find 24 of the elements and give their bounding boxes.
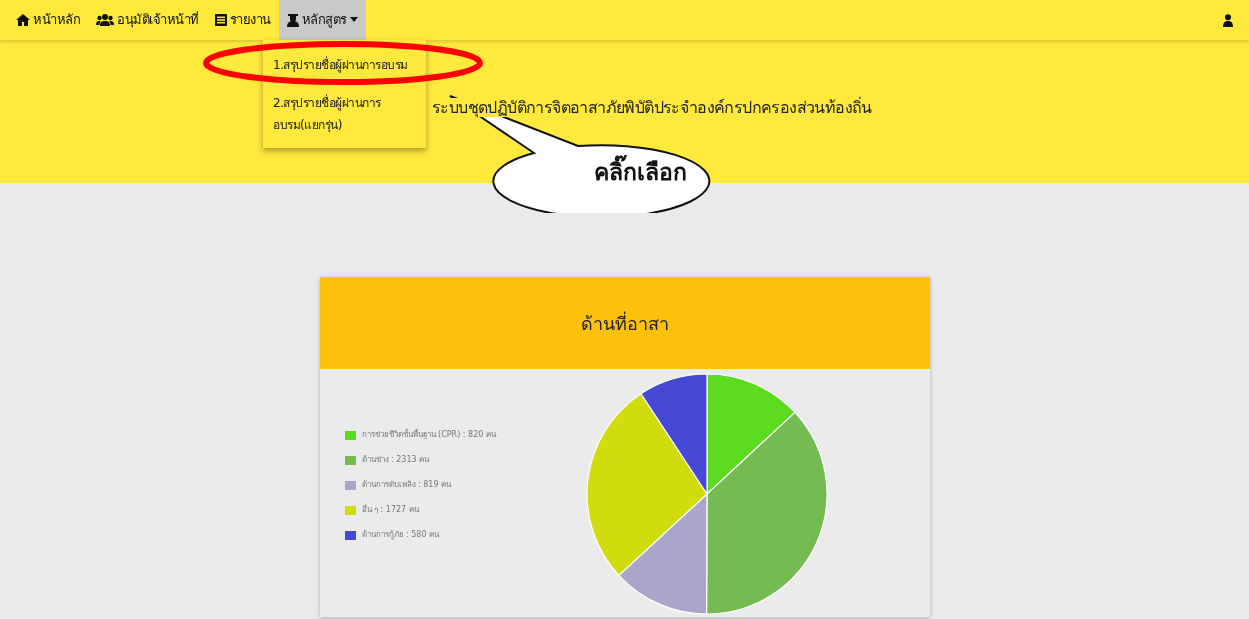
banner-title: ระบบชุดปฏิบัติการจิตอาสาภัยพิบัติประจำองค์กรปกครองส่วนท้องถิ่น [432, 98, 872, 117]
legend-swatch [344, 480, 356, 490]
chart-title: ด้านที่อาสา [580, 310, 669, 336]
legend-swatch [344, 505, 356, 515]
nav-item[interactable]: หน้าหลัก [8, 0, 88, 40]
callout-text: คลิ๊กเลือก [535, 155, 745, 190]
legend-label: อื่น ๆ : 1727 คน [361, 504, 419, 516]
graduate-icon [286, 13, 299, 27]
user-icon[interactable] [1223, 13, 1233, 27]
menu-item[interactable]: 1.สรุปรายชื่อผู้ผ่านการอบรม [273, 54, 416, 76]
nav-item[interactable]: หลักสูตร [278, 0, 366, 40]
menu-item[interactable]: 2.สรุปรายชื่อผู้ผ่านการอบรม(แยกรุ่น) [273, 92, 416, 136]
legend-label: ด้านการกู้ภัย : 580 คน [361, 529, 440, 541]
users-icon [96, 14, 114, 26]
home-icon [16, 14, 30, 26]
legend-label: การช่วยชีวิตขั้นพื้นฐาน (CPR) : 820 คน [361, 429, 496, 441]
legend-swatch [344, 530, 356, 540]
nav-item[interactable]: รายงาน [206, 0, 279, 40]
list-icon [214, 14, 227, 26]
nav-item[interactable]: อนุมัติเจ้าหน้าที่ [88, 0, 207, 40]
legend-label: ด้านช่าง : 2313 คน [361, 454, 430, 466]
legend-swatch [344, 455, 356, 465]
legend-swatch [344, 430, 356, 440]
legend-label: ด้านการดับเพลิง : 819 คน [361, 479, 452, 491]
